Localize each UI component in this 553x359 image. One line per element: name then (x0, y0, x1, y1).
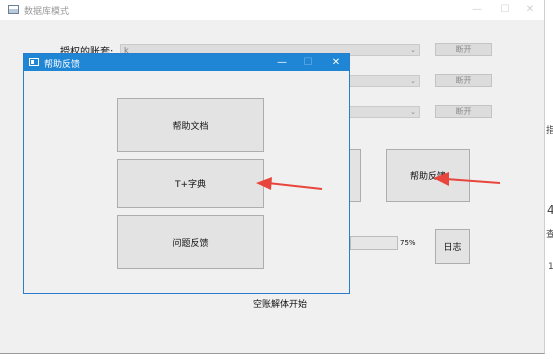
help-feedback-dialog: 帮助反馈 — ☐ ✕ 帮助文档 T+字典 问题反馈 (23, 53, 350, 294)
maximize-icon[interactable]: ☐ (495, 3, 515, 17)
help-docs-button[interactable]: 帮助文档 (117, 98, 264, 152)
log-label: 日志 (443, 243, 462, 253)
minimize-icon[interactable]: — (271, 54, 293, 71)
help-feedback-button[interactable]: 帮助反馈 (386, 149, 470, 202)
chevron-down-icon: ⌄ (410, 108, 416, 116)
edge-fragment: 查 (546, 230, 553, 240)
edge-fragment: 1 (548, 262, 553, 272)
log-button[interactable]: 日志 (435, 229, 470, 264)
main-window-title: 数据库模式 (24, 7, 70, 17)
dialog-window-icon (29, 58, 39, 66)
issue-feedback-label: 问题反馈 (172, 238, 209, 249)
edge-fragment: 4 (547, 203, 553, 217)
help-docs-label: 帮助文档 (172, 121, 209, 132)
partial-hidden-button[interactable] (349, 149, 361, 202)
chevron-down-icon: ⌄ (410, 77, 416, 85)
issue-feedback-button[interactable]: 问题反馈 (117, 215, 264, 269)
progress-percent: 75% (400, 239, 416, 247)
chevron-down-icon: ⌄ (410, 46, 416, 54)
edge-fragment: 指 (546, 126, 553, 136)
close-icon[interactable]: ✕ (520, 3, 540, 17)
app-window-icon (8, 5, 19, 14)
dialog-title: 帮助反馈 (44, 60, 81, 70)
progress-fill (351, 237, 386, 249)
maximize-icon: ☐ (303, 57, 313, 68)
dialog-titlebar[interactable]: 帮助反馈 — ☐ ✕ (24, 54, 349, 71)
disconnect-button-1[interactable]: 断开 (435, 43, 492, 56)
help-feedback-label: 帮助反馈 (409, 172, 446, 182)
t-dictionary-button[interactable]: T+字典 (117, 159, 264, 208)
minimize-icon[interactable]: — (467, 3, 487, 17)
disconnect-button-2[interactable]: 断开 (435, 74, 492, 87)
main-titlebar: 数据库模式 — ☐ ✕ (0, 0, 544, 20)
status-text: 空账解体开始 (253, 300, 308, 310)
t-dictionary-label: T+字典 (174, 180, 207, 190)
close-icon[interactable]: ✕ (325, 54, 347, 71)
disconnect-button-3[interactable]: 断开 (435, 105, 492, 118)
progress-bar (350, 236, 398, 250)
